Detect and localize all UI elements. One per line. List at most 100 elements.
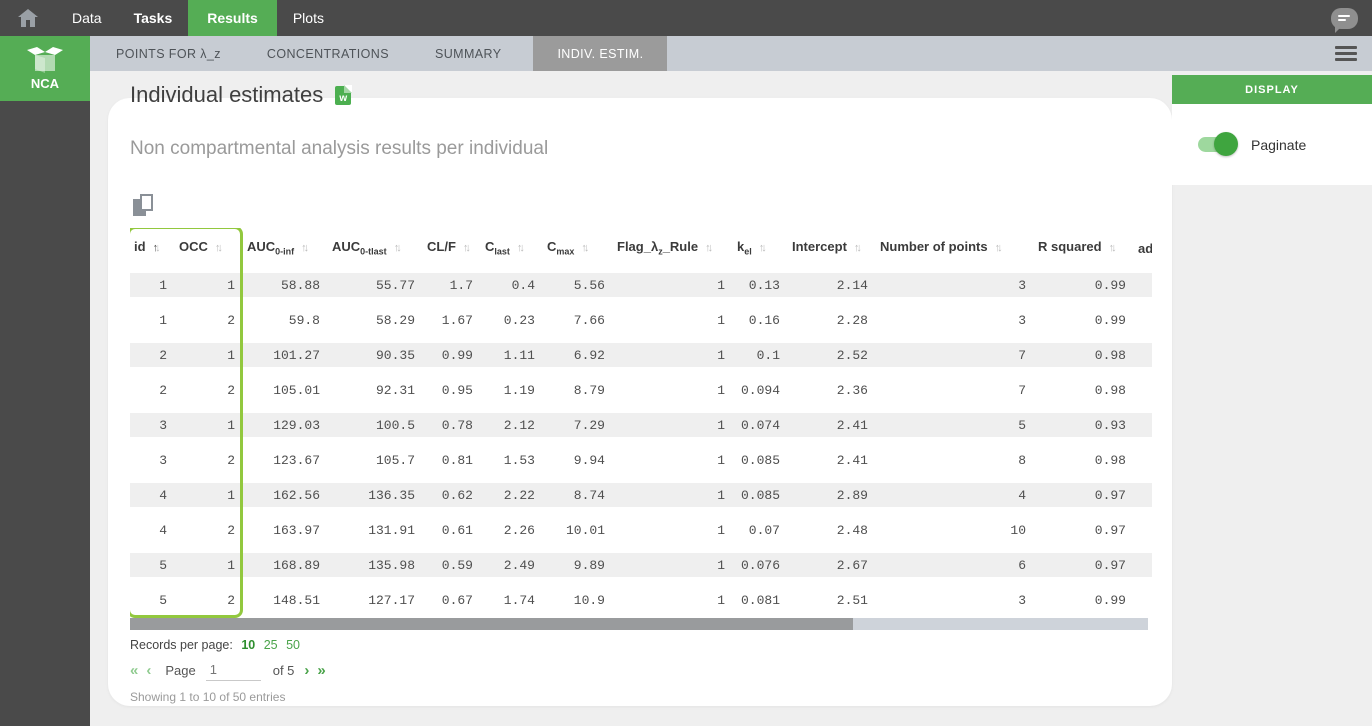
table-cell: 1 — [613, 443, 733, 478]
table-cell: 168.89 — [243, 548, 328, 583]
table-cell: 2.12 — [481, 408, 543, 443]
column-header-kel[interactable]: kel ↑↓ — [733, 228, 788, 268]
column-header-auc0inf[interactable]: AUC0-inf ↑↓ — [243, 228, 328, 268]
sort-icon[interactable]: ↑↓ — [394, 242, 402, 254]
records-option-10[interactable]: 10 — [241, 638, 255, 652]
table-cell: 1 — [613, 548, 733, 583]
chat-bubble-icon[interactable] — [1331, 7, 1358, 33]
column-header-auc0tlast[interactable]: AUC0-tlast ↑↓ — [328, 228, 423, 268]
nav-item-plots[interactable]: Plots — [277, 0, 340, 36]
table-cell: 5.56 — [543, 268, 613, 303]
tab-summary[interactable]: SUMMARY — [415, 36, 521, 71]
sort-icon[interactable]: ↑↓ — [153, 242, 161, 254]
horizontal-scrollbar-track[interactable] — [130, 618, 1148, 630]
prev-page-button[interactable]: ‹ — [146, 662, 151, 679]
tab-indiv-estim[interactable]: INDIV. ESTIM. — [533, 36, 668, 71]
column-header-cmax[interactable]: Cmax ↑↓ — [543, 228, 613, 268]
column-header-clipped[interactable]: ad — [1134, 228, 1152, 268]
table-cell: 1 — [175, 338, 243, 373]
table-cell: 0.62 — [423, 478, 481, 513]
table-cell: 100.5 — [328, 408, 423, 443]
table-cell: 6.92 — [543, 338, 613, 373]
sort-icon[interactable]: ↑↓ — [759, 242, 767, 254]
nav-item-data[interactable]: Data — [56, 0, 118, 36]
table-cell: 3 — [130, 408, 175, 443]
table-cell — [1134, 513, 1152, 548]
table-cell: 1 — [613, 338, 733, 373]
home-button[interactable] — [0, 0, 56, 36]
sort-icon[interactable]: ↑↓ — [517, 242, 525, 254]
nav-item-results[interactable]: Results — [188, 0, 277, 36]
sort-icon[interactable]: ↑↓ — [995, 242, 1003, 254]
entries-summary: Showing 1 to 10 of 50 entries — [130, 690, 286, 704]
table-cell: 2.52 — [788, 338, 876, 373]
sort-icon[interactable]: ↑↓ — [301, 242, 309, 254]
table-cell: 0.99 — [423, 338, 481, 373]
sort-icon[interactable]: ↑↓ — [854, 242, 862, 254]
table-cell: 2.14 — [788, 268, 876, 303]
sort-icon[interactable]: ↑↓ — [215, 242, 223, 254]
table-cell: 0.081 — [733, 583, 788, 618]
table-cell: 2.51 — [788, 583, 876, 618]
sort-icon[interactable]: ↑↓ — [463, 242, 471, 254]
table-cell: 1 — [175, 268, 243, 303]
table-cell: 0.61 — [423, 513, 481, 548]
column-header-id[interactable]: id ↑↓ — [130, 228, 175, 268]
copy-table-icon[interactable] — [133, 194, 153, 216]
nav-item-tasks[interactable]: Tasks — [118, 0, 189, 36]
table-cell: 2.28 — [788, 303, 876, 338]
sort-icon[interactable]: ↑↓ — [705, 242, 713, 254]
table-cell: 10 — [876, 513, 1034, 548]
table-cell — [1134, 548, 1152, 583]
sort-icon[interactable]: ↑↓ — [581, 242, 589, 254]
table-cell: 0.074 — [733, 408, 788, 443]
records-option-25[interactable]: 25 — [264, 638, 278, 652]
column-header-number-of-points[interactable]: Number of points ↑↓ — [876, 228, 1034, 268]
table-cell: 1.19 — [481, 373, 543, 408]
table-cell: 0.98 — [1034, 373, 1134, 408]
column-header-occ[interactable]: OCC ↑↓ — [175, 228, 243, 268]
page-number-input[interactable] — [205, 660, 261, 681]
column-header-flag-lambda-z-rule[interactable]: Flag_λz_Rule ↑↓ — [613, 228, 733, 268]
table-cell: 8 — [876, 443, 1034, 478]
table-cell: 1 — [613, 583, 733, 618]
column-header-intercept[interactable]: Intercept ↑↓ — [788, 228, 876, 268]
table-cell — [1134, 303, 1152, 338]
last-page-button[interactable]: » — [317, 662, 325, 679]
tab-concentrations[interactable]: CONCENTRATIONS — [247, 36, 409, 71]
tab-points-for-lambda-z[interactable]: POINTS FOR λ_z — [96, 36, 241, 71]
first-page-button[interactable]: « — [130, 662, 138, 679]
table-cell — [1134, 408, 1152, 443]
table-cell: 2 — [175, 583, 243, 618]
table-cell: 129.03 — [243, 408, 328, 443]
table-cell: 105.7 — [328, 443, 423, 478]
sort-icon[interactable]: ↑↓ — [1109, 242, 1117, 254]
table-cell: 0.076 — [733, 548, 788, 583]
table-cell: 1.67 — [423, 303, 481, 338]
column-header-r-squared[interactable]: R squared ↑↓ — [1034, 228, 1134, 268]
paginate-toggle[interactable] — [1198, 132, 1238, 156]
column-header-clf[interactable]: CL/F ↑↓ — [423, 228, 481, 268]
page-title: Individual estimates w — [130, 82, 353, 108]
table-cell: 2.22 — [481, 478, 543, 513]
table-row: 1 1 58.88 55.77 1.7 0.4 5.56 1 0.13 2.14 3 0.99 — [130, 268, 1152, 303]
table-cell: 9.94 — [543, 443, 613, 478]
nca-module-button[interactable]: NCA — [0, 36, 90, 101]
records-option-50[interactable]: 50 — [286, 638, 300, 652]
paginate-label: Paginate — [1251, 136, 1307, 153]
column-header-clast[interactable]: Clast ↑↓ — [481, 228, 543, 268]
display-panel: DISPLAY Paginate — [1172, 75, 1372, 185]
hamburger-menu-icon[interactable] — [1335, 43, 1357, 64]
next-page-button[interactable]: › — [304, 662, 309, 679]
results-card: Non compartmental analysis results per i… — [108, 98, 1172, 706]
table-cell: 1 — [175, 408, 243, 443]
table-cell: 2 — [130, 338, 175, 373]
table-cell: 2 — [175, 513, 243, 548]
horizontal-scrollbar-thumb[interactable] — [130, 618, 853, 630]
table-cell: 5 — [130, 583, 175, 618]
home-icon — [18, 9, 38, 27]
table-cell: 3 — [130, 443, 175, 478]
main-content-area: Individual estimates w Non compartmental… — [90, 71, 1372, 726]
word-export-icon[interactable]: w — [335, 84, 353, 105]
table-cell: 55.77 — [328, 268, 423, 303]
